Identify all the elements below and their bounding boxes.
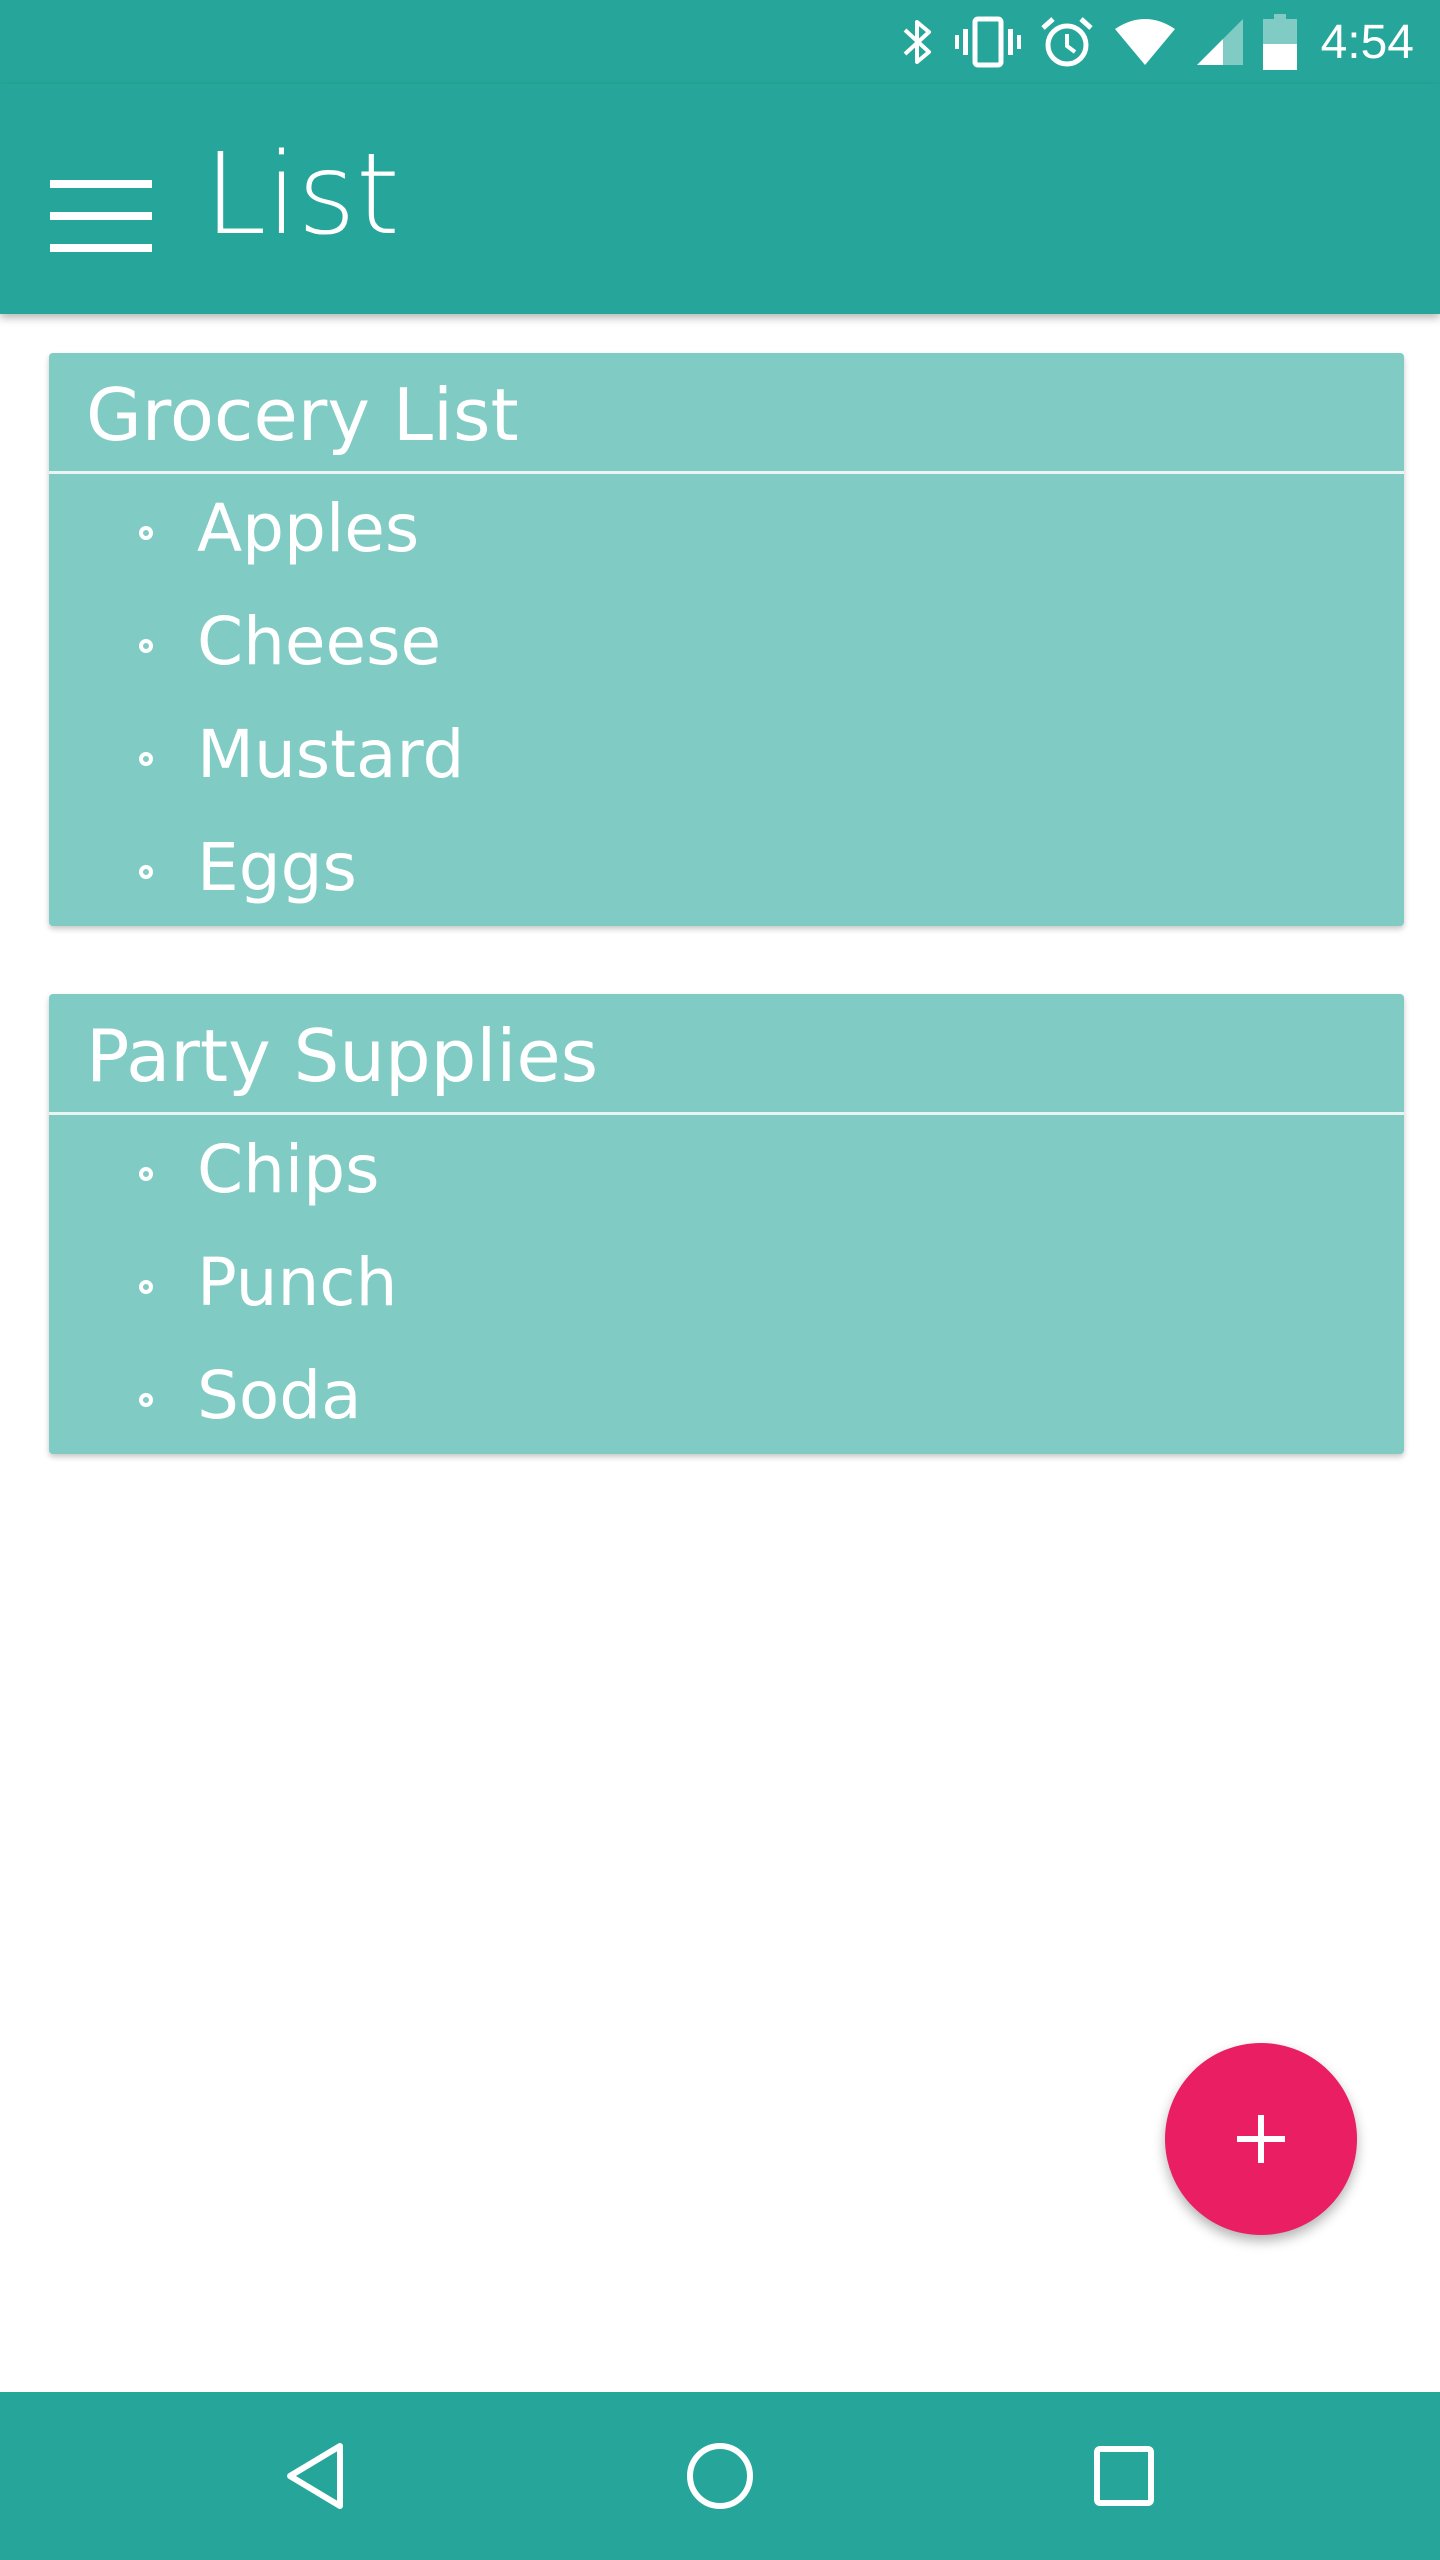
status-time: 4:54: [1320, 15, 1414, 69]
navigation-bar: [0, 2392, 1440, 2560]
bullet-icon: [139, 639, 153, 653]
list-card-grocery[interactable]: Grocery List Apples Cheese Mustard Eggs: [49, 353, 1404, 926]
list-item[interactable]: Punch: [49, 1228, 1404, 1341]
bullet-icon: [139, 752, 153, 766]
list-item[interactable]: Cheese: [49, 587, 1404, 700]
recents-icon: [1094, 2446, 1154, 2506]
list-item[interactable]: Eggs: [49, 813, 1404, 926]
card-items: Apples Cheese Mustard Eggs: [49, 474, 1404, 926]
bullet-icon: [139, 1167, 153, 1181]
list-item[interactable]: Apples: [49, 474, 1404, 587]
wifi-icon: [1113, 17, 1177, 67]
item-label: Punch: [197, 1244, 398, 1321]
card-title: Grocery List: [86, 373, 519, 457]
bullet-icon: [139, 1280, 153, 1294]
bluetooth-icon: [897, 16, 937, 68]
hamburger-menu-icon[interactable]: [50, 180, 152, 252]
status-bar: 4:54: [0, 0, 1440, 84]
bullet-icon: [139, 526, 153, 540]
cell-signal-icon: [1195, 17, 1245, 67]
item-label: Eggs: [197, 829, 357, 906]
page-title: List: [204, 130, 400, 260]
back-icon: [287, 2443, 343, 2509]
list-card-party-supplies[interactable]: Party Supplies Chips Punch Soda: [49, 994, 1404, 1454]
card-title: Party Supplies: [86, 1014, 599, 1098]
list-item[interactable]: Chips: [49, 1115, 1404, 1228]
card-header: Grocery List: [49, 353, 1404, 474]
home-icon: [687, 2443, 753, 2509]
add-list-button[interactable]: [1165, 2043, 1357, 2235]
item-label: Soda: [197, 1357, 362, 1434]
status-icons: 4:54: [897, 0, 1414, 84]
battery-icon: [1262, 14, 1297, 70]
recents-button[interactable]: [1084, 2436, 1164, 2516]
item-label: Chips: [197, 1131, 380, 1208]
card-header: Party Supplies: [49, 994, 1404, 1115]
item-label: Cheese: [197, 603, 442, 680]
back-button[interactable]: [276, 2436, 356, 2516]
alarm-icon: [1039, 14, 1095, 70]
app-bar: List: [0, 84, 1440, 314]
item-label: Apples: [197, 490, 420, 567]
list-item[interactable]: Mustard: [49, 700, 1404, 813]
bullet-icon: [139, 865, 153, 879]
plus-icon: [1237, 2115, 1285, 2163]
item-label: Mustard: [197, 716, 465, 793]
card-items: Chips Punch Soda: [49, 1115, 1404, 1454]
home-button[interactable]: [680, 2436, 760, 2516]
bullet-icon: [139, 1393, 153, 1407]
vibrate-icon: [954, 15, 1021, 69]
list-item[interactable]: Soda: [49, 1341, 1404, 1454]
